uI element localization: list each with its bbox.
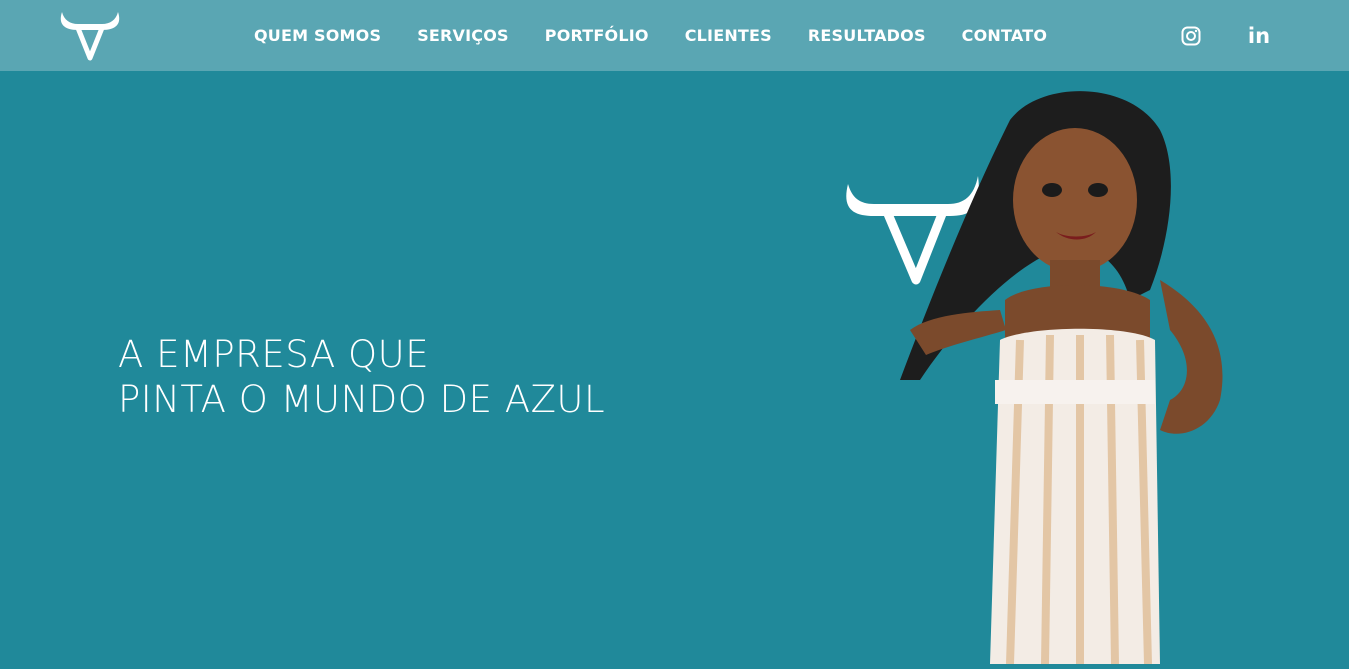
instagram-icon[interactable] (1175, 0, 1207, 71)
nav-contato[interactable]: CONTATO (944, 26, 1065, 45)
avatar-illustration (830, 80, 1250, 665)
site-header: QUEM SOMOS SERVIÇOS PORTFÓLIO CLIENTES R… (0, 0, 1349, 71)
nav-clientes[interactable]: CLIENTES (667, 26, 790, 45)
hero-line-1: A EMPRESA QUE (118, 333, 430, 376)
linkedin-label: in (1247, 23, 1271, 48)
linkedin-icon[interactable]: in (1243, 0, 1275, 71)
hero-headline: A EMPRESA QUE PINTA O MUNDO DE AZUL (118, 332, 605, 422)
main-nav: QUEM SOMOS SERVIÇOS PORTFÓLIO CLIENTES R… (236, 0, 1065, 71)
nav-resultados[interactable]: RESULTADOS (790, 26, 944, 45)
hero-line-2: PINTA O MUNDO DE AZUL (118, 378, 606, 421)
bull-logo-icon[interactable] (56, 8, 124, 62)
nav-servicos[interactable]: SERVIÇOS (399, 26, 527, 45)
nav-portfolio[interactable]: PORTFÓLIO (527, 26, 667, 45)
nav-quem-somos[interactable]: QUEM SOMOS (236, 26, 399, 45)
